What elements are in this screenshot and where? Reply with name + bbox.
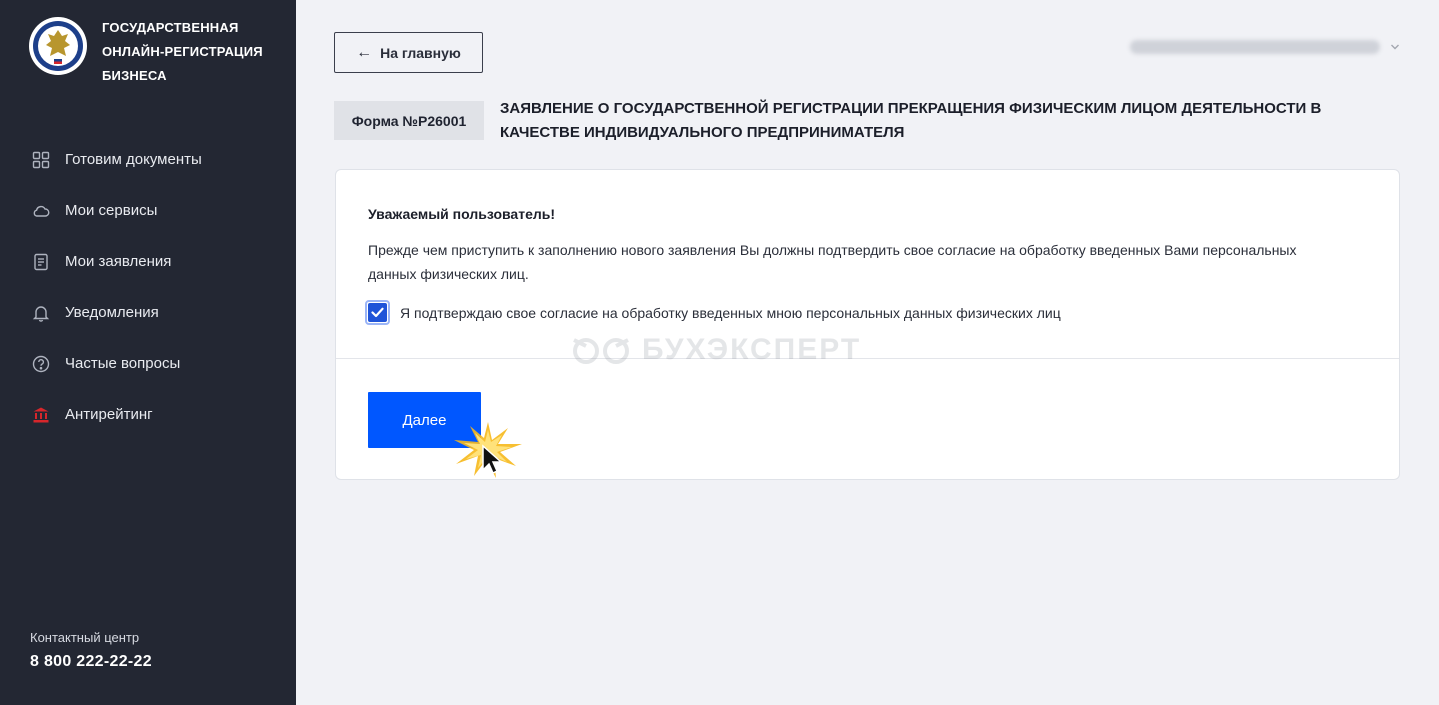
brand-logo[interactable]: ГОСУДАРСТВЕННАЯ ОНЛАЙН-РЕГИСТРАЦИЯ БИЗНЕ… xyxy=(28,16,272,88)
question-icon xyxy=(31,354,51,374)
sidebar-item-faq[interactable]: Частые вопросы xyxy=(0,338,296,389)
consent-checkbox[interactable] xyxy=(365,300,390,325)
watermark-logo-icon xyxy=(573,338,629,364)
sidebar-item-label: Уведомления xyxy=(65,304,159,321)
page-title: ЗАЯВЛЕНИЕ О ГОСУДАРСТВЕННОЙ РЕГИСТРАЦИИ … xyxy=(500,100,1322,141)
bank-icon xyxy=(31,405,51,425)
watermark: БУХЭКСПЕРТ xyxy=(570,333,861,367)
check-icon xyxy=(371,307,384,318)
brand-line: БИЗНЕСА xyxy=(102,68,167,83)
watermark-text: БУХЭКСПЕРТ xyxy=(642,333,862,366)
sidebar-item-applications[interactable]: Мои заявления xyxy=(0,236,296,287)
form-number-badge: Форма №Р26001 xyxy=(334,101,484,140)
consent-row[interactable]: Я подтверждаю свое согласие на обработку… xyxy=(365,300,1399,325)
consent-checkbox-label: Я подтверждаю свое согласие на обработку… xyxy=(400,304,1061,321)
greeting-heading: Уважаемый пользователь! xyxy=(368,206,556,222)
consent-section: Уважаемый пользователь! Прежде чем прист… xyxy=(336,170,1399,359)
contact-label: Контактный центр xyxy=(30,630,140,645)
grid-icon xyxy=(31,150,51,170)
sidebar-item-label: Мои заявления xyxy=(65,253,172,270)
chevron-down-icon xyxy=(1391,44,1399,50)
sidebar-item-documents[interactable]: Готовим документы xyxy=(0,134,296,185)
sidebar-item-services[interactable]: Мои сервисы xyxy=(0,185,296,236)
sidebar: ГОСУДАРСТВЕННАЯ ОНЛАЙН-РЕГИСТРАЦИЯ БИЗНЕ… xyxy=(0,0,296,705)
sidebar-item-label: Готовим документы xyxy=(65,151,202,168)
tax-service-emblem-icon xyxy=(29,17,87,75)
sidebar-nav: Готовим документы Мои сервисы Мои заявле… xyxy=(0,134,296,440)
brand-line: ОНЛАЙН-РЕГИСТРАЦИЯ xyxy=(102,44,263,59)
contact-center: Контактный центр 8 800 222-22-22 xyxy=(30,630,152,671)
arrow-left-icon: ← xyxy=(356,43,373,61)
click-highlight-cursor-icon xyxy=(454,422,522,478)
sidebar-item-label: Мои сервисы xyxy=(65,202,158,219)
contact-phone[interactable]: 8 800 222-22-22 xyxy=(30,653,152,671)
brand-title: ГОСУДАРСТВЕННАЯ ОНЛАЙН-РЕГИСТРАЦИЯ БИЗНЕ… xyxy=(102,16,272,88)
bell-icon xyxy=(31,303,51,323)
cloud-icon xyxy=(31,201,51,221)
sidebar-item-antirating[interactable]: Антирейтинг xyxy=(0,389,296,440)
user-name-blurred xyxy=(1130,40,1380,54)
checkbox-fill xyxy=(368,303,387,322)
document-icon xyxy=(31,252,51,272)
sidebar-item-label: Частые вопросы xyxy=(65,355,181,372)
sidebar-item-label: Антирейтинг xyxy=(65,406,153,423)
back-to-home-button[interactable]: ← На главную xyxy=(334,32,483,73)
brand-line: ГОСУДАРСТВЕННАЯ xyxy=(102,20,239,35)
consent-notice: Прежде чем приступить к заполнению новог… xyxy=(368,242,1297,282)
user-menu[interactable] xyxy=(1130,40,1400,54)
sidebar-item-notifications[interactable]: Уведомления xyxy=(0,287,296,338)
back-button-label: На главную xyxy=(380,44,461,61)
